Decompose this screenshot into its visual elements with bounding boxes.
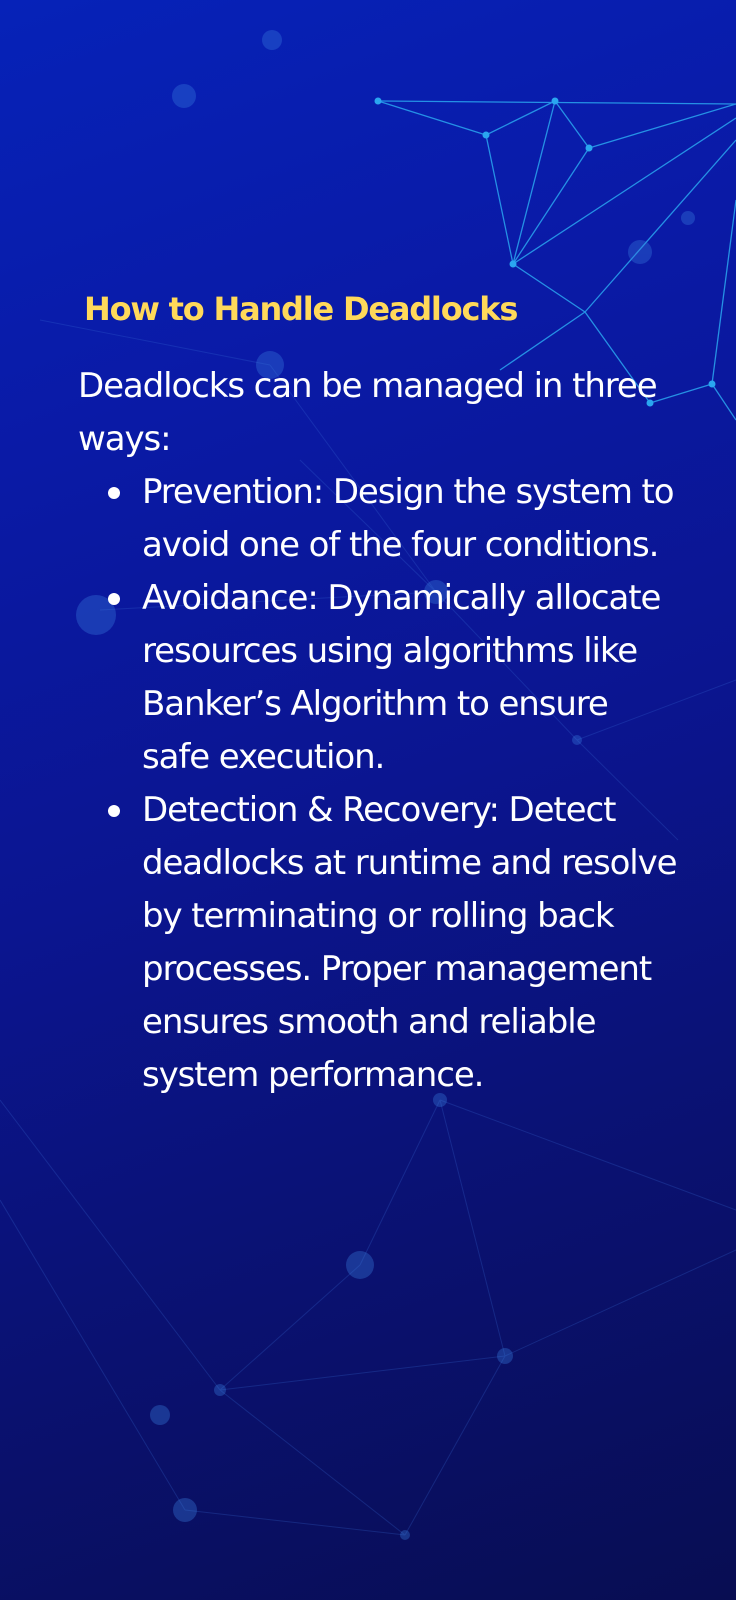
bullet-icon [108, 805, 120, 817]
method-text: Prevention: Design the system to avoid o… [142, 472, 675, 565]
list-item: Detection & Recovery: Detect deadlocks a… [78, 784, 678, 1102]
bullet-icon [108, 593, 120, 605]
methods-list: Prevention: Design the system to avoid o… [78, 466, 678, 1102]
list-item: Prevention: Design the system to avoid o… [78, 466, 678, 572]
bullet-icon [108, 487, 120, 499]
list-item: Avoidance: Dynamically allocate resource… [78, 572, 678, 784]
method-text: Avoidance: Dynamically allocate resource… [142, 578, 661, 777]
intro-text: Deadlocks can be managed in three ways: [78, 366, 658, 459]
section-heading: How to Handle Deadlocks [84, 290, 518, 328]
method-text: Detection & Recovery: Detect deadlocks a… [142, 790, 678, 1095]
